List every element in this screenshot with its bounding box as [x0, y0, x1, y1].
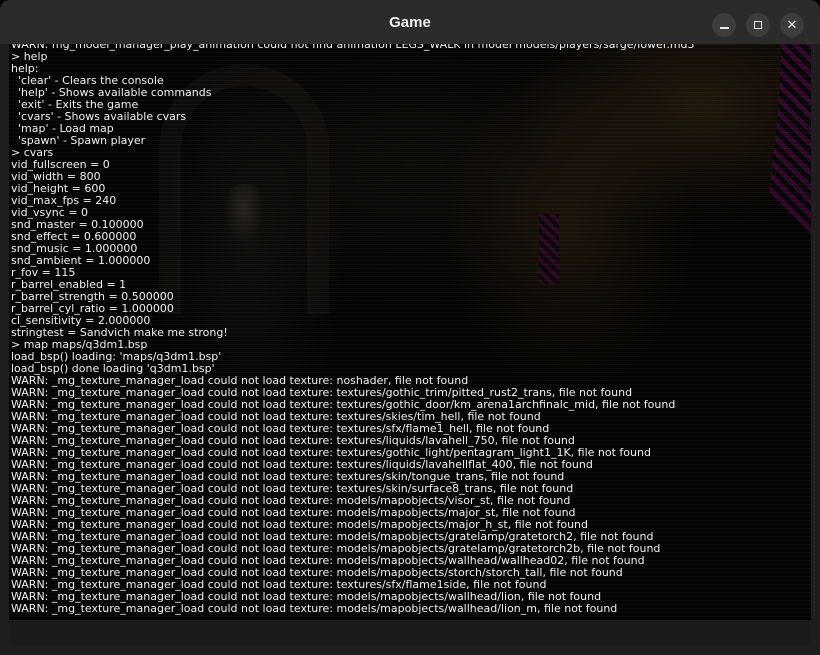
console-line: WARN: _mg_texture_manager_load could not… — [11, 603, 618, 615]
console-line: 'map' - Load map — [11, 123, 114, 135]
console-line: 'cvars' - Shows available cvars — [11, 111, 187, 123]
window-title: Game — [389, 13, 431, 31]
console-line: WARN: _mg_texture_manager_load could not… — [11, 423, 550, 435]
close-button[interactable]: ✕ — [780, 13, 804, 37]
game-window: Game ✕ WARN: mg_model_manager_play_anima… — [0, 0, 820, 655]
console-line: cl_sensitivity = 2.000000 — [11, 315, 151, 327]
game-viewport[interactable]: WARN: mg_model_manager_play_animation co… — [9, 44, 811, 645]
console-line: WARN: _mg_texture_manager_load could not… — [11, 399, 676, 411]
console-line: snd_master = 0.100000 — [11, 219, 144, 231]
console-line: load_bsp() done loading 'q3dm1.bsp' — [11, 363, 215, 375]
console-line: > help — [11, 51, 48, 63]
console-line: 'help' - Shows available commands — [11, 87, 212, 99]
title-bar[interactable]: Game ✕ — [0, 0, 820, 44]
console-line: 'spawn' - Spawn player — [11, 135, 146, 147]
console-line: WARN: _mg_texture_manager_load could not… — [11, 435, 575, 447]
console-line: stringtest = Sandvich make me strong! — [11, 327, 228, 339]
console-input[interactable] — [9, 620, 811, 645]
minimize-icon — [719, 26, 729, 29]
console-line: r_barrel_enabled = 1 — [11, 279, 127, 291]
console-line: WARN: _mg_texture_manager_load could not… — [11, 567, 623, 579]
maximize-button[interactable] — [746, 13, 770, 37]
minimize-button[interactable] — [712, 13, 736, 37]
console-line: vid_fullscreen = 0 — [11, 159, 110, 171]
console-line: WARN: _mg_texture_manager_load could not… — [11, 579, 547, 591]
console-line: vid_width = 800 — [11, 171, 101, 183]
console-line: WARN: _mg_texture_manager_load could not… — [11, 375, 469, 387]
console-line: WARN: _mg_texture_manager_load could not… — [11, 483, 574, 495]
console-log: WARN: mg_model_manager_play_animation co… — [11, 44, 809, 615]
console-line: WARN: _mg_texture_manager_load could not… — [11, 543, 661, 555]
console-line: snd_music = 1.000000 — [11, 243, 138, 255]
console-line: snd_ambient = 1.000000 — [11, 255, 151, 267]
console-line: WARN: _mg_texture_manager_load could not… — [11, 555, 645, 567]
console-line: > map maps/q3dm1.bsp — [11, 339, 148, 351]
console-line: snd_effect = 0.600000 — [11, 231, 137, 243]
console-line: r_fov = 115 — [11, 267, 76, 279]
console-line: WARN: _mg_texture_manager_load could not… — [11, 411, 541, 423]
close-icon: ✕ — [786, 17, 798, 33]
console-line: WARN: _mg_texture_manager_load could not… — [11, 591, 602, 603]
console-line: WARN: _mg_texture_manager_load could not… — [11, 507, 576, 519]
console-line: WARN: _mg_texture_manager_load could not… — [11, 447, 651, 459]
console-line: WARN: _mg_texture_manager_load could not… — [11, 531, 654, 543]
console-line: vid_max_fps = 240 — [11, 195, 117, 207]
console-line: WARN: _mg_texture_manager_load could not… — [11, 519, 589, 531]
console-line: help: — [11, 63, 39, 75]
console-line: WARN: _mg_texture_manager_load could not… — [11, 459, 593, 471]
console-line: vid_height = 600 — [11, 183, 106, 195]
console-line: > cvars — [11, 147, 54, 159]
console-line: WARN: _mg_texture_manager_load could not… — [11, 495, 571, 507]
console-overlay: WARN: mg_model_manager_play_animation co… — [9, 44, 811, 620]
console-line: WARN: mg_model_manager_play_animation co… — [11, 44, 695, 51]
console-line: r_barrel_cyl_ratio = 1.000000 — [11, 303, 174, 315]
console-line: load_bsp() loading: 'maps/q3dm1.bsp' — [11, 351, 222, 363]
console-line: r_barrel_strength = 0.500000 — [11, 291, 174, 303]
console-line: WARN: _mg_texture_manager_load could not… — [11, 387, 633, 399]
console-line: vid_vsync = 0 — [11, 207, 89, 219]
console-line: WARN: _mg_texture_manager_load could not… — [11, 471, 565, 483]
maximize-icon — [754, 21, 762, 29]
console-line: 'exit' - Exits the game — [11, 99, 139, 111]
console-line: 'clear' - Clears the console — [11, 75, 164, 87]
